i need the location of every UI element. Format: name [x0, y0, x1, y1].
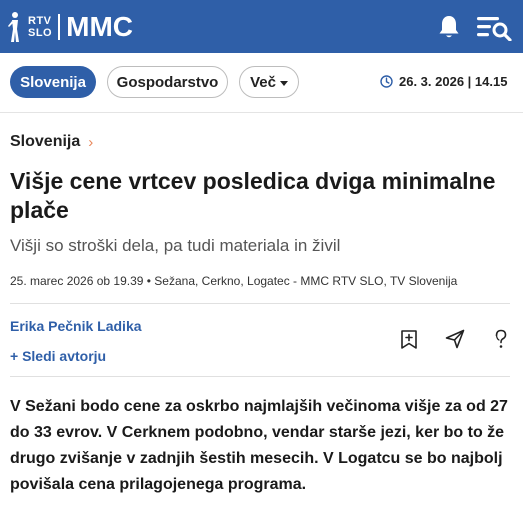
logo-slo: SLO — [28, 27, 53, 39]
divider — [10, 376, 510, 377]
chevron-right-icon: › — [88, 133, 94, 151]
tab-slovenija[interactable]: Slovenija — [10, 66, 96, 98]
logo-figure-icon — [8, 12, 19, 42]
share-icon[interactable] — [444, 328, 466, 350]
current-datetime: 26. 3. 2026 | 14.15 — [380, 74, 507, 89]
logo-rtv-slo-text: RTV SLO — [28, 15, 52, 39]
author-name-link[interactable]: Erika Pečnik Ladika — [10, 318, 142, 334]
follow-author-button[interactable]: + Sledi avtorju — [10, 348, 106, 364]
divider — [10, 303, 510, 304]
question-icon[interactable] — [490, 328, 512, 350]
article-title: Višje cene vrtcev posledica dviga minima… — [10, 168, 496, 223]
chevron-down-icon — [279, 80, 288, 86]
tab-label: Več — [250, 73, 276, 91]
top-bar: RTV SLO MMC — [0, 0, 523, 53]
article-meta: 25. marec 2026 ob 19.39 • Sežana, Cerkno… — [10, 274, 458, 288]
menu-search-icon[interactable] — [476, 13, 512, 41]
tab-gospodarstvo[interactable]: Gospodarstvo — [107, 66, 228, 98]
logo-mmc: MMC — [66, 11, 133, 42]
tab-vec-dropdown[interactable]: Več — [239, 66, 299, 98]
breadcrumb-label: Slovenija — [10, 133, 81, 150]
logo-separator — [58, 14, 61, 40]
tab-label: Slovenija — [20, 73, 86, 91]
breadcrumb[interactable]: Slovenija › — [10, 133, 93, 151]
bookmark-add-icon[interactable] — [398, 328, 420, 350]
clock-icon — [380, 75, 393, 88]
tab-label: Gospodarstvo — [116, 73, 219, 91]
section-nav: Slovenija Gospodarstvo Več 26. 3. 2026 |… — [0, 53, 523, 113]
datetime-text: 26. 3. 2026 | 14.15 — [399, 74, 508, 89]
rtv-slo-mmc-logo[interactable]: RTV SLO MMC — [8, 9, 133, 45]
bell-icon[interactable] — [437, 14, 461, 40]
article-lead: V Sežani bodo cene za oskrbo najmlajših … — [10, 398, 508, 493]
logo-rtv: RTV — [28, 15, 52, 27]
article-subtitle: Višji so stroški dela, pa tudi materiala… — [10, 236, 341, 255]
